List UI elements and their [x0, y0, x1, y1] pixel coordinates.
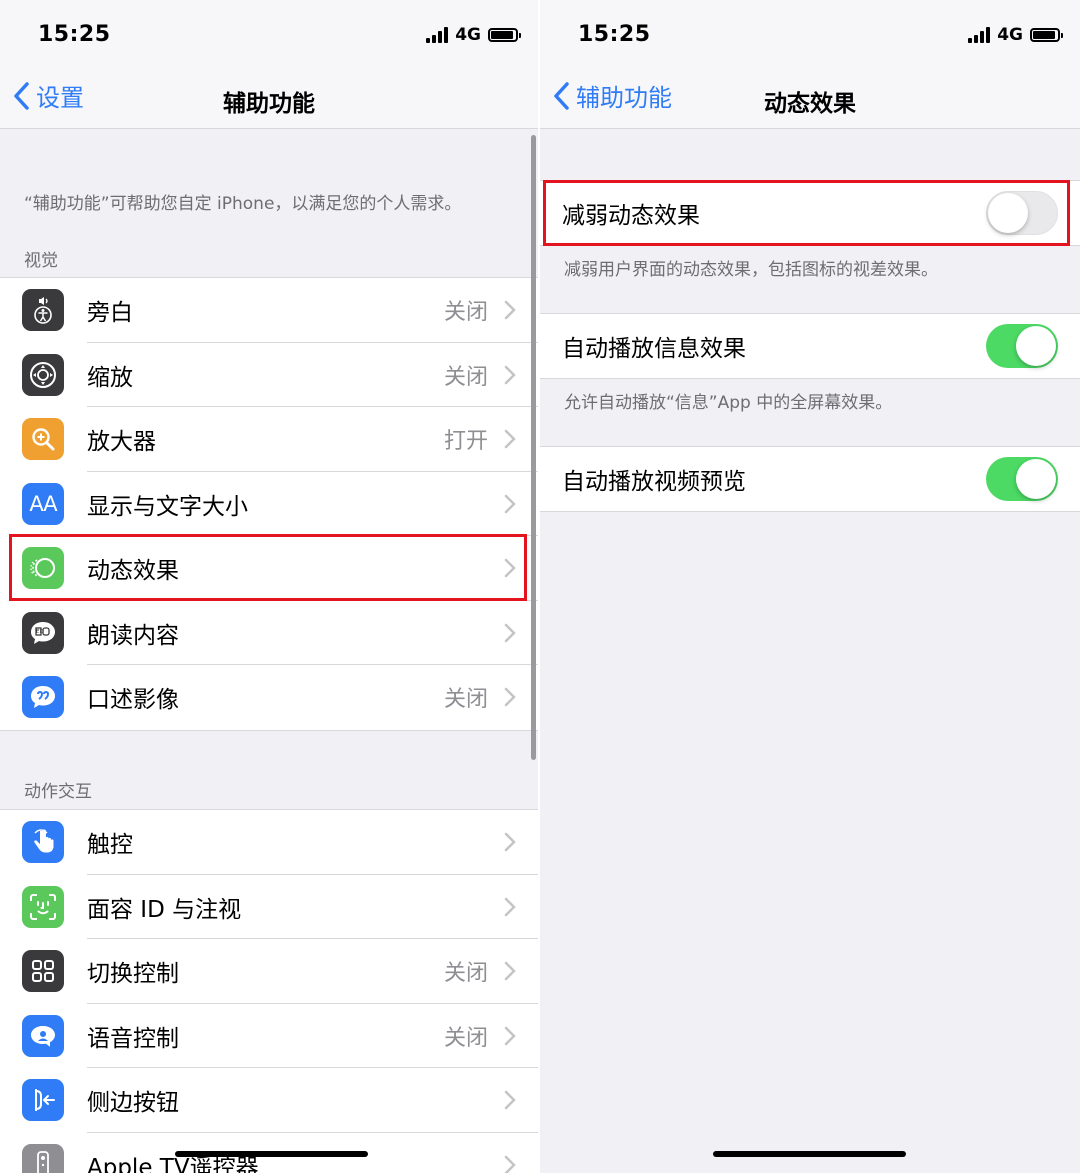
row-motion[interactable]: 动态效果 [0, 536, 538, 601]
reduce-motion-footer: 减弱用户界面的动态效果，包括图标的视差效果。 [564, 260, 938, 280]
row-value: 关闭 [443, 1025, 488, 1051]
audio-description-icon [22, 676, 64, 719]
row-auto-play-video-previews: 自动播放视频预览 [540, 447, 1080, 511]
row-side-button[interactable]: 侧边按钮 [0, 1068, 538, 1133]
row-spoken-content[interactable]: ᴱᴰ 朗读内容 [0, 601, 538, 665]
vision-group: 旁白 关闭 缩放 关闭 放大器 打开 AA 显示与文字大小 动态效果 ᴱᴰ 朗读… [0, 277, 538, 731]
voiceover-icon [22, 289, 64, 332]
battery-icon [1030, 28, 1063, 42]
chevron-right-icon [504, 1026, 516, 1045]
row-label: 面容 ID 与注视 [87, 896, 242, 923]
row-label: 朗读内容 [87, 622, 179, 649]
row-voice-control[interactable]: 语音控制 关闭 [0, 1004, 538, 1068]
chevron-right-icon [504, 429, 516, 449]
row-value: 关闭 [443, 961, 488, 987]
auto-play-message-effects-toggle[interactable] [986, 324, 1058, 368]
row-zoom[interactable]: 缩放 关闭 [0, 343, 538, 407]
chevron-right-icon [504, 494, 516, 513]
row-label: 自动播放信息效果 [562, 336, 746, 362]
chevron-right-icon [504, 300, 516, 320]
row-voiceover[interactable]: 旁白 关闭 [0, 278, 538, 343]
section-header-vision: 视觉 [24, 251, 58, 271]
row-label: 缩放 [87, 364, 133, 391]
row-switch-control[interactable]: 切换控制 关闭 [0, 939, 538, 1004]
network-type: 4G [997, 25, 1023, 45]
home-indicator[interactable] [175, 1151, 368, 1157]
row-value: 关闭 [443, 364, 488, 390]
face-id-icon [22, 885, 64, 928]
nav-bar: 辅助功能 动态效果 [540, 70, 1080, 129]
status-time: 15:25 [578, 22, 651, 47]
row-touch[interactable]: 触控 [0, 810, 538, 875]
auto-play-messages-group: 自动播放信息效果 [540, 313, 1080, 379]
row-value: 关闭 [443, 300, 488, 326]
text-size-icon: AA [22, 482, 64, 525]
chevron-right-icon [504, 558, 516, 578]
status-bar: 15:25 4G [540, 0, 1080, 70]
apple-tv-remote-icon [22, 1143, 64, 1173]
nav-bar: 设置 辅助功能 [0, 70, 538, 129]
row-label: 语音控制 [87, 1025, 179, 1052]
magnifier-icon [22, 418, 64, 461]
accessibility-screen: 15:25 4G 设置 辅助功能 “辅助功能”可帮助您自定 iPhone，以满足… [0, 0, 540, 1173]
auto-play-video-group: 自动播放视频预览 [540, 446, 1080, 512]
chevron-right-icon [504, 1155, 516, 1173]
intro-text: “辅助功能”可帮助您自定 iPhone，以满足您的个人需求。 [24, 194, 462, 214]
row-value: 打开 [443, 429, 488, 455]
voice-control-icon [22, 1014, 64, 1057]
row-label: 自动播放视频预览 [562, 469, 746, 495]
row-audio-description[interactable]: 口述影像 关闭 [0, 665, 538, 730]
row-label: 旁白 [87, 300, 133, 327]
chevron-right-icon [504, 1090, 516, 1110]
row-label: 侧边按钮 [87, 1090, 179, 1117]
reduce-motion-group: 减弱动态效果 [540, 180, 1080, 246]
row-label: 触控 [87, 832, 133, 859]
row-label: 动态效果 [87, 558, 179, 585]
row-label: 减弱动态效果 [562, 203, 700, 229]
chevron-right-icon [504, 687, 516, 707]
row-display-text-size[interactable]: AA 显示与文字大小 [0, 472, 538, 536]
section-header-interaction: 动作交互 [24, 782, 92, 802]
motion-screen: 15:25 4G 辅助功能 动态效果 减弱动态效果 减弱用户界面的动态效果，包括… [540, 0, 1080, 1173]
spoken-content-icon: ᴱᴰ [22, 611, 64, 654]
touch-icon [22, 821, 64, 864]
row-label: 口述影像 [87, 687, 179, 714]
chevron-right-icon [504, 961, 516, 981]
row-label: 显示与文字大小 [87, 493, 248, 520]
status-bar: 15:25 4G [0, 0, 538, 70]
interaction-group: 触控 面容 ID 与注视 切换控制 关闭 语音控制 关闭 侧边按钮 Apple … [0, 809, 538, 1173]
page-title: 辅助功能 [223, 91, 315, 117]
row-face-id[interactable]: 面容 ID 与注视 [0, 875, 538, 939]
motion-icon [22, 547, 64, 590]
chevron-right-icon [504, 897, 516, 916]
reduce-motion-toggle[interactable] [986, 191, 1058, 235]
home-indicator[interactable] [713, 1151, 906, 1157]
row-reduce-motion: 减弱动态效果 [540, 181, 1080, 245]
row-value: 关闭 [443, 687, 488, 713]
side-button-icon [22, 1079, 64, 1122]
row-label: 切换控制 [87, 961, 179, 988]
scrollbar[interactable] [531, 135, 536, 760]
network-type: 4G [455, 25, 481, 45]
row-label: 放大器 [87, 429, 156, 456]
chevron-right-icon [504, 365, 516, 384]
row-auto-play-message-effects: 自动播放信息效果 [540, 314, 1080, 378]
switch-control-icon [22, 950, 64, 993]
chevron-right-icon [504, 623, 516, 642]
battery-icon [488, 28, 521, 42]
zoom-icon [22, 353, 64, 396]
signal-icon [426, 27, 449, 43]
row-magnifier[interactable]: 放大器 打开 [0, 407, 538, 472]
status-time: 15:25 [38, 22, 111, 47]
signal-icon [968, 27, 991, 43]
auto-play-message-footer: 允许自动播放“信息”App 中的全屏幕效果。 [564, 393, 893, 413]
page-title: 动态效果 [764, 91, 856, 117]
auto-play-video-previews-toggle[interactable] [986, 457, 1058, 501]
chevron-right-icon [504, 832, 516, 852]
